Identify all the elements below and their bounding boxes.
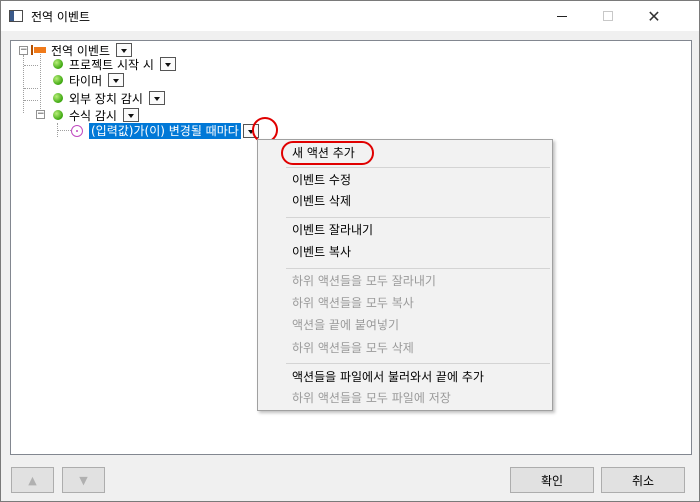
menu-separator: [286, 167, 550, 168]
tree-connector: [40, 51, 41, 111]
green-dot-icon: [53, 93, 63, 103]
move-down-button[interactable]: ▼: [62, 467, 105, 493]
collapse-toggle-root[interactable]: −: [19, 46, 28, 55]
dialog-window: 전역 이벤트 ✕ − 전역 이벤트 프로젝트 시작 시 타이머 외부 장치 감시…: [0, 0, 700, 502]
tree-node-label: 프로젝트 시작 시: [69, 57, 154, 72]
menu-separator: [286, 363, 550, 364]
menu-item-load-actions-from-file[interactable]: 액션들을 파일에서 불러와서 끝에 추가: [292, 367, 484, 387]
context-menu: 새 액션 추가 이벤트 수정 이벤트 삭제 이벤트 잘라내기 이벤트 복사 하위…: [257, 139, 553, 411]
target-icon: [71, 125, 83, 137]
menu-item-delete-event[interactable]: 이벤트 삭제: [292, 191, 351, 211]
green-dot-icon: [53, 59, 63, 69]
selected-node-label: (입력값)가(이) 변경될 때마다: [89, 123, 241, 139]
menu-item-cut-all-children: 하위 액션들을 모두 잘라내기: [292, 274, 436, 288]
tree-node-label: 수식 감시: [69, 108, 117, 123]
collapse-toggle-formula[interactable]: −: [36, 110, 45, 119]
ok-button[interactable]: 확인: [510, 467, 594, 493]
tree-connector: [24, 88, 38, 89]
dropdown-button[interactable]: [122, 108, 139, 122]
cancel-button[interactable]: 취소: [601, 467, 685, 493]
dropdown-button[interactable]: [108, 73, 125, 87]
menu-separator: [286, 268, 550, 269]
maximize-icon: [603, 11, 613, 21]
tree-node-value-changed[interactable]: (입력값)가(이) 변경될 때마다: [71, 122, 259, 140]
window-title: 전역 이벤트: [31, 10, 91, 24]
green-dot-icon: [53, 110, 63, 120]
menu-item-cut-event[interactable]: 이벤트 잘라내기: [292, 220, 373, 240]
move-up-button[interactable]: ▲: [11, 467, 54, 493]
tree-connector: [24, 100, 38, 101]
highlight-circle: [281, 141, 374, 165]
menu-item-delete-all-children: 하위 액션들을 모두 삭제: [292, 341, 414, 355]
down-arrow-icon: ▼: [79, 473, 88, 487]
green-dot-icon: [53, 75, 63, 85]
minimize-icon: [557, 15, 567, 17]
menu-item-edit-event[interactable]: 이벤트 수정: [292, 170, 351, 190]
tree-node-external-device[interactable]: 외부 장치 감시: [53, 89, 165, 107]
dropdown-button[interactable]: [159, 57, 176, 71]
dropdown-button[interactable]: [148, 91, 165, 105]
menu-item-copy-all-children: 하위 액션들을 모두 복사: [292, 296, 414, 310]
tree-node-label: 타이머: [69, 73, 103, 88]
menu-item-paste-action-end: 액션을 끝에 붙여넣기: [292, 318, 399, 332]
flag-icon: [31, 45, 47, 55]
tree-node-timer[interactable]: 타이머: [53, 71, 125, 89]
close-button[interactable]: ✕: [631, 1, 677, 31]
minimize-button[interactable]: [539, 1, 585, 31]
app-window-icon: [9, 10, 23, 22]
close-icon: ✕: [647, 6, 661, 26]
menu-separator: [286, 217, 550, 218]
menu-item-copy-event[interactable]: 이벤트 복사: [292, 242, 351, 262]
maximize-button: [585, 1, 631, 31]
tree-node-label: 외부 장치 감시: [69, 91, 143, 106]
up-arrow-icon: ▲: [28, 473, 37, 487]
tree-connector: [57, 130, 71, 131]
tree-connector: [23, 55, 24, 113]
menu-item-save-children-to-file: 하위 액션들을 모두 파일에 저장: [292, 391, 451, 405]
tree-connector: [24, 65, 38, 66]
title-bar: 전역 이벤트 ✕: [1, 1, 699, 31]
